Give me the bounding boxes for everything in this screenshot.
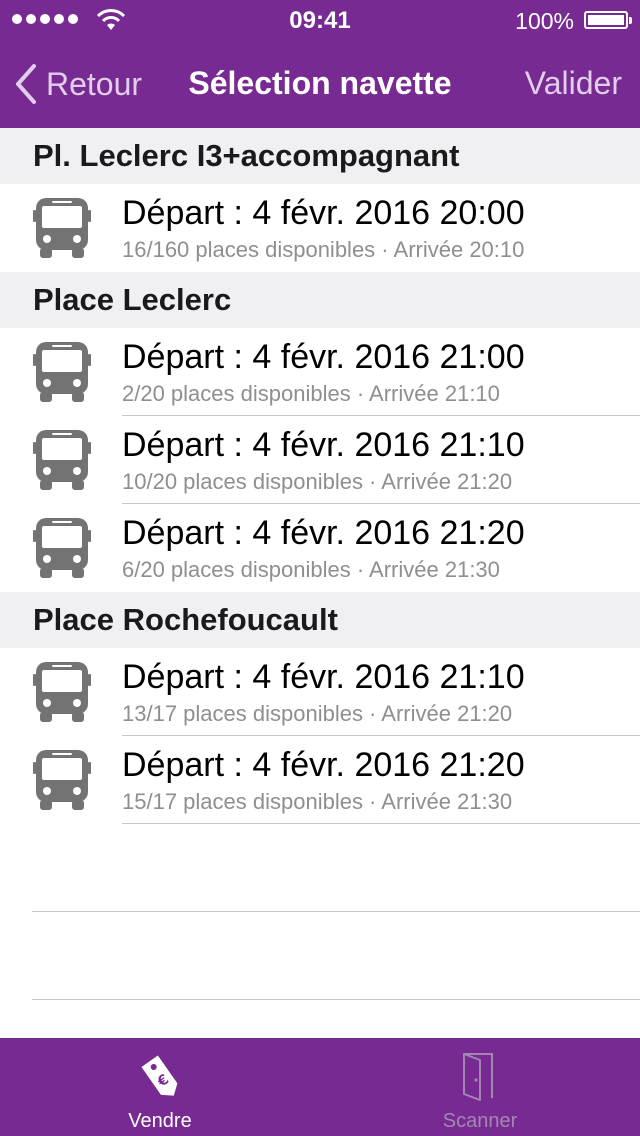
bus-icon	[33, 662, 91, 722]
departure-time: Départ : 4 févr. 2016 21:10	[122, 426, 525, 464]
chevron-left-icon	[16, 64, 36, 104]
tab-label: Vendre	[128, 1110, 192, 1132]
bus-icon	[33, 430, 91, 490]
section-header: Pl. Leclerc I3+accompagnant	[0, 128, 640, 184]
availability-arrival: 2/20 places disponibles · Arrivée 21:10	[122, 381, 500, 406]
shuttle-row[interactable]: Départ : 4 févr. 2016 21:20 15/17 places…	[0, 736, 640, 824]
shuttle-row[interactable]: Départ : 4 févr. 2016 21:10 13/17 places…	[0, 648, 640, 736]
shuttle-row[interactable]: Départ : 4 févr. 2016 21:20 6/20 places …	[0, 504, 640, 592]
tab-bar: € Vendre Scanner	[0, 1038, 640, 1136]
bus-icon	[33, 518, 91, 578]
departure-time: Départ : 4 févr. 2016 21:20	[122, 514, 525, 552]
door-icon	[463, 1053, 493, 1101]
tab-scanner[interactable]: Scanner	[320, 1038, 640, 1136]
availability-arrival: 15/17 places disponibles · Arrivée 21:30	[122, 789, 513, 814]
section-title: Place Rochefoucault	[33, 602, 338, 637]
availability-arrival: 6/20 places disponibles · Arrivée 21:30	[122, 557, 500, 582]
shuttle-row[interactable]: Départ : 4 févr. 2016 20:00 16/160 place…	[0, 184, 640, 272]
section-header: Place Rochefoucault	[0, 592, 640, 648]
shuttle-row[interactable]: Départ : 4 févr. 2016 21:10 10/20 places…	[0, 416, 640, 504]
tab-label: Scanner	[442, 1110, 518, 1132]
price-tag-euro-icon: €	[141, 1055, 178, 1096]
empty-rows	[0, 824, 640, 1000]
navigation-bar: Retour Sélection navette Valider	[0, 40, 640, 128]
shuttle-list: Pl. Leclerc I3+accompagnant Départ : 4 f…	[0, 128, 640, 1000]
back-button[interactable]: Retour	[14, 62, 142, 106]
departure-time: Départ : 4 févr. 2016 21:10	[122, 658, 525, 696]
departure-time: Départ : 4 févr. 2016 20:00	[122, 194, 525, 232]
section-title: Place Leclerc	[33, 282, 232, 317]
page-title: Sélection navette	[188, 65, 452, 101]
shuttle-row[interactable]: Départ : 4 févr. 2016 21:00 2/20 places …	[0, 328, 640, 416]
battery-percentage: 100%	[515, 8, 574, 34]
status-bar: 09:41 100%	[0, 0, 640, 40]
empty-row	[0, 824, 640, 912]
battery-icon	[584, 11, 632, 29]
departure-time: Départ : 4 févr. 2016 21:00	[122, 338, 525, 376]
bus-icon	[33, 198, 91, 258]
bus-icon	[33, 750, 91, 810]
departure-time: Départ : 4 févr. 2016 21:20	[122, 746, 525, 784]
tab-vendre[interactable]: € Vendre	[0, 1038, 320, 1136]
availability-arrival: 16/160 places disponibles · Arrivée 20:1…	[122, 237, 525, 262]
bus-icon	[33, 342, 91, 402]
back-label: Retour	[46, 65, 143, 102]
validate-button[interactable]: Valider	[525, 65, 622, 102]
section-header: Place Leclerc	[0, 272, 640, 328]
availability-arrival: 13/17 places disponibles · Arrivée 21:20	[122, 701, 513, 726]
availability-arrival: 10/20 places disponibles · Arrivée 21:20	[122, 469, 513, 494]
empty-row	[0, 912, 640, 1000]
section-title: Pl. Leclerc I3+accompagnant	[33, 138, 460, 173]
